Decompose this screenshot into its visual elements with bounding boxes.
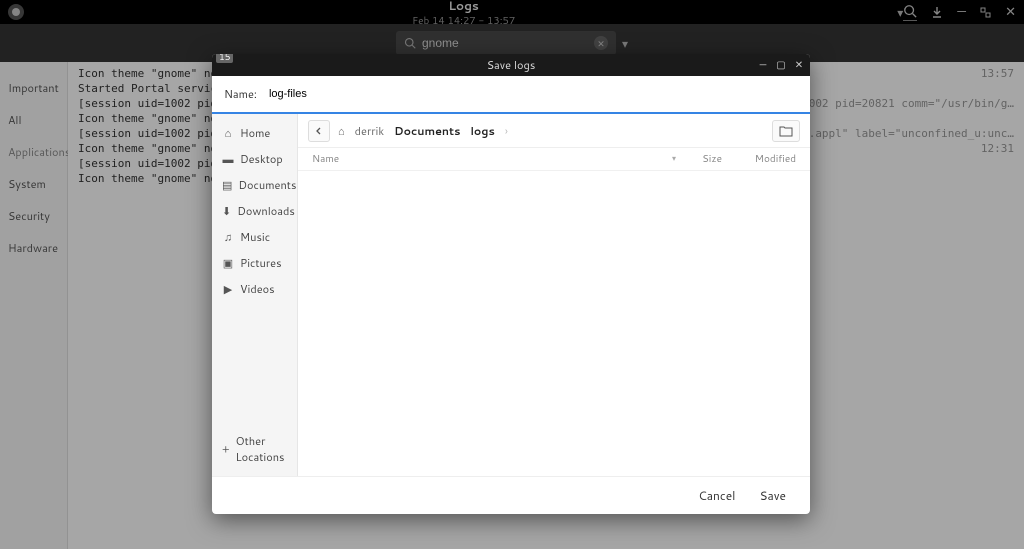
dialog-actions: Cancel Save xyxy=(212,476,810,514)
dialog-close-icon[interactable]: ✕ xyxy=(792,58,806,72)
breadcrumb[interactable]: logs xyxy=(470,123,494,139)
dialog-badge: 15 xyxy=(216,54,233,63)
place-desktop[interactable]: ▬Desktop xyxy=(212,146,297,172)
place-videos[interactable]: ▶Videos xyxy=(212,276,297,302)
col-name[interactable]: Name▾ xyxy=(312,152,686,166)
file-list[interactable] xyxy=(298,171,810,476)
plus-icon: + xyxy=(222,441,230,457)
dialog-titlebar[interactable]: 15 Save logs — ▢ ✕ xyxy=(212,54,810,76)
place-music[interactable]: ♫Music xyxy=(212,224,297,250)
place-pictures[interactable]: ▣Pictures xyxy=(212,250,297,276)
downloads-icon: ⬇ xyxy=(222,203,231,219)
new-folder-button[interactable] xyxy=(772,120,800,142)
path-bar: ⌂ derrik Documents logs › xyxy=(298,114,810,148)
breadcrumb[interactable]: Documents xyxy=(394,123,460,139)
nav-back-button[interactable] xyxy=(308,120,330,142)
place-other-locations[interactable]: +Other Locations xyxy=(212,428,297,470)
column-headers[interactable]: Name▾ Size Modified xyxy=(298,148,810,171)
desktop-icon: ▬ xyxy=(222,151,234,167)
place-documents[interactable]: ▤Documents xyxy=(212,172,297,198)
filename-input[interactable] xyxy=(267,84,798,104)
sort-caret-icon: ▾ xyxy=(672,152,676,164)
places-sidebar: ⌂Home ▬Desktop ▤Documents ⬇Downloads ♫Mu… xyxy=(212,114,298,476)
chevron-right-icon: › xyxy=(505,123,508,139)
home-icon: ⌂ xyxy=(222,125,234,141)
col-size[interactable]: Size xyxy=(686,152,736,166)
videos-icon: ▶ xyxy=(222,281,234,297)
filename-label: Name: xyxy=(224,86,257,102)
music-icon: ♫ xyxy=(222,229,234,245)
save-dialog: 15 Save logs — ▢ ✕ Name: ⌂Home ▬Desktop … xyxy=(212,54,810,514)
file-pane: ⌂ derrik Documents logs › Name▾ Size Mod… xyxy=(298,114,810,476)
dialog-title: Save logs xyxy=(487,57,536,73)
cancel-button[interactable]: Cancel xyxy=(698,487,735,504)
pictures-icon: ▣ xyxy=(222,255,234,271)
home-crumb-icon[interactable]: ⌂ xyxy=(338,123,345,139)
filename-row: Name: xyxy=(212,76,810,114)
place-home[interactable]: ⌂Home xyxy=(212,120,297,146)
dialog-maximize-icon[interactable]: ▢ xyxy=(774,58,788,72)
breadcrumb[interactable]: derrik xyxy=(355,123,384,139)
col-modified[interactable]: Modified xyxy=(736,152,796,166)
documents-icon: ▤ xyxy=(222,177,232,193)
save-button[interactable]: Save xyxy=(759,487,786,504)
place-downloads[interactable]: ⬇Downloads xyxy=(212,198,297,224)
dialog-minimize-icon[interactable]: — xyxy=(756,58,770,72)
